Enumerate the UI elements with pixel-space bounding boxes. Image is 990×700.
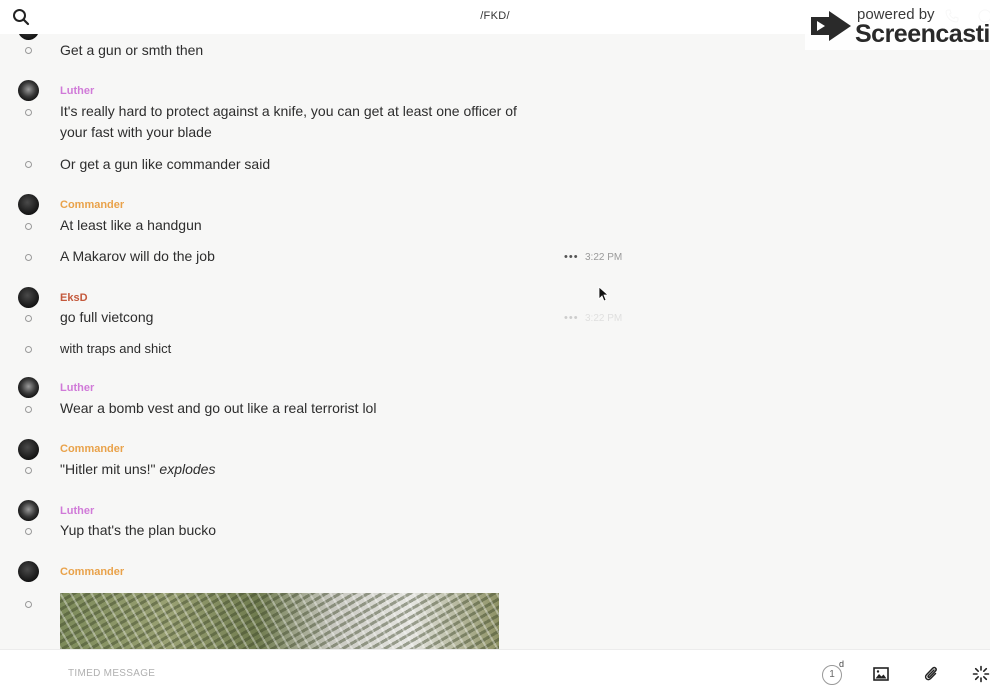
message-text: Yup that's the plan bucko [60, 522, 217, 538]
avatar[interactable] [18, 194, 39, 215]
message-timestamp: 3:22 PM [585, 313, 623, 324]
clock-icon [25, 254, 32, 261]
message-text: go full vietcong [60, 309, 154, 325]
message-text: Wear a bomb vest and go out like a real … [60, 400, 377, 416]
message-actions-button[interactable]: ••• [564, 251, 579, 263]
sender-name[interactable]: Luther [60, 505, 94, 517]
clock-icon [25, 467, 32, 474]
sender-name[interactable]: Commander [60, 443, 124, 455]
timed-message-input[interactable] [66, 667, 670, 680]
sender-name[interactable]: Commander [60, 566, 124, 578]
sender-name[interactable]: Luther [60, 85, 94, 97]
clock-icon [25, 109, 32, 116]
timer-unit: d [839, 659, 845, 669]
paperclip-icon[interactable] [923, 665, 939, 683]
avatar[interactable] [18, 439, 39, 460]
avatar[interactable] [18, 377, 39, 398]
message-emphasis: explodes [159, 461, 216, 477]
composer-bar: 1 d [0, 649, 990, 700]
message-text: "Hitler mit uns!" explodes [60, 459, 215, 480]
image-upload-icon[interactable] [873, 666, 889, 682]
avatar[interactable] [18, 80, 39, 101]
avatar[interactable] [18, 287, 39, 308]
message-list: Get a gun or smth then Luther It's reall… [0, 34, 990, 649]
avatar[interactable] [18, 561, 39, 582]
message-text: Get a gun or smth then [60, 42, 204, 58]
clock-icon [25, 161, 32, 168]
clock-icon [25, 601, 32, 608]
clock-icon [25, 47, 32, 54]
loading-spinner-icon[interactable] [972, 665, 990, 683]
image-attachment[interactable] [60, 593, 499, 649]
message-text: It's really hard to protect against a kn… [60, 103, 517, 140]
message-text: A Makarov will do the job [60, 248, 215, 264]
clock-icon [25, 406, 32, 413]
clock-icon [25, 223, 32, 230]
avatar[interactable] [18, 500, 39, 521]
mouse-cursor-icon [598, 286, 608, 302]
message-quote: "Hitler mit uns!" [60, 461, 160, 477]
message-text: with traps and shict [60, 341, 172, 356]
timer-button[interactable]: 1 d [822, 659, 844, 685]
avatar [18, 34, 39, 40]
sender-name[interactable]: EksD [60, 292, 88, 304]
sender-name[interactable]: Luther [60, 382, 94, 394]
clock-icon [25, 528, 32, 535]
message-actions-button[interactable]: ••• [564, 312, 579, 324]
message-timestamp: 3:22 PM [585, 252, 623, 263]
clock-icon [25, 346, 32, 353]
sender-name[interactable]: Commander [60, 199, 124, 211]
message-text: At least like a handgun [60, 217, 202, 233]
clock-icon [25, 315, 32, 322]
message-text: Or get a gun like commander said [60, 156, 271, 172]
